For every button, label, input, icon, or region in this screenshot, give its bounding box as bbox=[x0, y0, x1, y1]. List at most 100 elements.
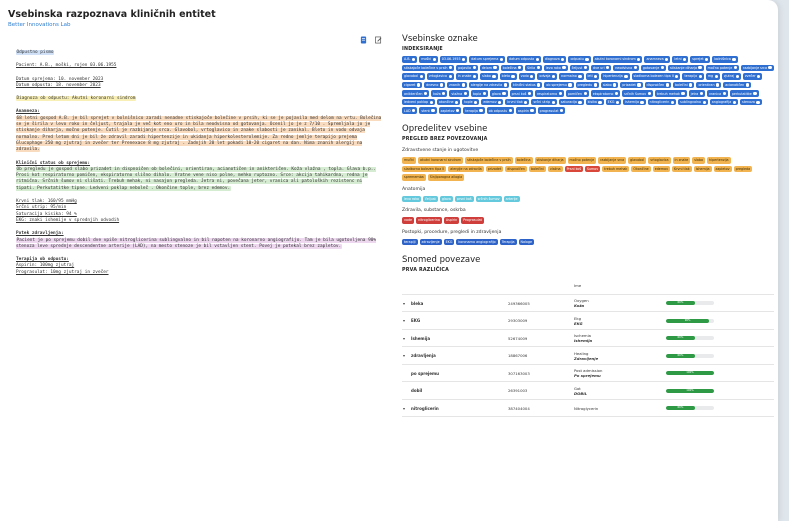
remove-icon[interactable] bbox=[472, 74, 477, 78]
remove-icon[interactable] bbox=[624, 74, 628, 78]
tag-chip[interactable]: prsni koš bbox=[509, 90, 533, 97]
tag-chip[interactable]: A.B. bbox=[402, 56, 418, 63]
tag-chip[interactable]: leti bbox=[585, 73, 600, 80]
tag-chip[interactable]: gotovanje bbox=[640, 64, 666, 72]
remove-icon[interactable] bbox=[702, 100, 706, 104]
remove-icon[interactable] bbox=[448, 66, 453, 70]
tag-chip[interactable]: tople bbox=[462, 98, 480, 106]
tag-chip[interactable]: odvaja bbox=[537, 73, 558, 80]
tag-chip[interactable]: cigaret bbox=[402, 81, 423, 89]
tag-chip[interactable]: srčnih šumov bbox=[475, 195, 502, 203]
tag-chip[interactable]: krvni tlak bbox=[505, 98, 530, 106]
tag-chip[interactable]: prizadet bbox=[485, 165, 504, 173]
tag-chip[interactable]: močno potenje bbox=[567, 156, 597, 164]
tag-chip[interactable]: čeljust bbox=[423, 195, 438, 203]
remove-icon[interactable] bbox=[472, 66, 476, 70]
remove-icon[interactable] bbox=[753, 91, 757, 96]
tag-chip[interactable]: bolečina bbox=[514, 156, 533, 164]
tag-chip[interactable]: koža bbox=[431, 90, 448, 97]
remove-icon[interactable] bbox=[442, 91, 446, 96]
tag-chip[interactable]: ob odpustu bbox=[486, 107, 514, 114]
tag-chip[interactable]: arterije bbox=[503, 195, 520, 203]
remove-icon[interactable] bbox=[705, 57, 709, 61]
remove-icon[interactable] bbox=[482, 91, 486, 96]
tag-chip[interactable]: prograsulat bbox=[537, 107, 566, 114]
remove-icon[interactable] bbox=[637, 83, 641, 87]
tag-chip[interactable]: Sinjiporogna ailogia bbox=[427, 174, 465, 181]
remove-icon[interactable] bbox=[530, 109, 534, 113]
tag-chip[interactable]: razbijanje srca bbox=[741, 64, 774, 72]
remove-icon[interactable] bbox=[640, 100, 644, 104]
tag-chip[interactable]: akutni koronarni sindrom bbox=[592, 56, 643, 63]
remove-icon[interactable] bbox=[508, 109, 512, 113]
remove-icon[interactable] bbox=[675, 74, 679, 78]
tag-chip[interactable]: Okončine bbox=[631, 165, 651, 173]
tag-chip[interactable]: odpustu bbox=[568, 56, 591, 63]
tag-chip[interactable]: kisika bbox=[585, 98, 604, 106]
remove-icon[interactable] bbox=[503, 83, 507, 87]
tag-chip[interactable]: vodo bbox=[518, 73, 536, 80]
remove-icon[interactable] bbox=[535, 57, 539, 61]
remove-icon[interactable] bbox=[768, 66, 772, 70]
tag-chip[interactable]: znanih bbox=[447, 81, 467, 89]
tag-chip[interactable]: pojavila bbox=[456, 64, 478, 72]
tag-chip[interactable]: dispnoičen bbox=[644, 81, 671, 89]
tag-chip[interactable]: zdravljenje bbox=[419, 238, 442, 246]
tag-chip[interactable]: ishemija bbox=[693, 165, 712, 173]
tag-chip[interactable]: normalno bbox=[559, 73, 584, 80]
remove-icon[interactable] bbox=[689, 83, 693, 87]
tag-chip[interactable]: zapletov bbox=[713, 165, 732, 173]
tag-chip[interactable]: ob sprejemu bbox=[544, 81, 574, 89]
table-row[interactable]: ▾ bleka 249366005 Oxygen Koža 60% bbox=[402, 294, 774, 313]
tag-chip[interactable]: anikteričen bbox=[402, 90, 430, 97]
remove-icon[interactable] bbox=[613, 83, 617, 87]
remove-icon[interactable] bbox=[699, 91, 703, 96]
tag-chip[interactable]: alergije na zdravila bbox=[448, 165, 484, 173]
remove-icon[interactable] bbox=[593, 83, 597, 87]
remove-icon[interactable] bbox=[558, 91, 562, 96]
tag-chip[interactable]: hipertenzija bbox=[601, 73, 630, 80]
remove-icon[interactable] bbox=[665, 83, 669, 87]
tag-chip[interactable]: sladkorna bolezen tipa II bbox=[402, 165, 447, 173]
tag-chip[interactable]: stiskanje diharja bbox=[534, 156, 566, 164]
table-row[interactable]: dobil 26391003 Got DOBIL 100% bbox=[402, 381, 774, 400]
tag-chip[interactable]: prsni koš bbox=[454, 195, 474, 203]
app-subtitle[interactable]: Better Innovations Lab bbox=[8, 22, 216, 28]
remove-icon[interactable] bbox=[560, 109, 564, 113]
remove-icon[interactable] bbox=[432, 57, 436, 61]
tag-chip[interactable]: stiskanje diharja bbox=[667, 64, 704, 72]
remove-icon[interactable] bbox=[615, 100, 620, 104]
tag-chip[interactable]: hipertenzija bbox=[707, 156, 731, 164]
table-row[interactable]: ▾ EKG 29303009 Ekg EKG 90% bbox=[402, 311, 774, 330]
tag-chip[interactable]: perkutatitke bbox=[729, 90, 759, 97]
remove-icon[interactable] bbox=[756, 100, 760, 104]
chevron-down-icon[interactable]: ▾ bbox=[402, 346, 410, 365]
remove-icon[interactable] bbox=[551, 100, 555, 104]
tag-chip[interactable]: Terapija bbox=[499, 238, 517, 246]
tag-chip[interactable]: edemov bbox=[481, 98, 504, 106]
tag-chip[interactable]: LAD bbox=[402, 107, 418, 114]
remove-icon[interactable] bbox=[412, 57, 416, 61]
remove-icon[interactable] bbox=[448, 74, 452, 78]
remove-icon[interactable] bbox=[562, 66, 566, 70]
tag-chip[interactable]: sladkorna bolezen tipa II bbox=[631, 73, 681, 80]
remove-icon[interactable] bbox=[733, 66, 738, 70]
tag-chip[interactable]: vrtoglavica bbox=[648, 156, 671, 164]
table-row[interactable]: ▾ zdravljenja 18867006 Healing Zdravljenje 60… bbox=[402, 346, 774, 365]
tag-chip[interactable]: acianotičen bbox=[723, 81, 751, 89]
tag-chip[interactable]: stenoza bbox=[740, 98, 762, 106]
tag-chip[interactable]: levo roko bbox=[402, 195, 422, 203]
tag-chip[interactable]: vranica bbox=[706, 90, 728, 97]
remove-icon[interactable] bbox=[714, 74, 718, 78]
tag-chip[interactable]: topla bbox=[470, 90, 488, 97]
remove-icon[interactable] bbox=[461, 83, 465, 87]
remove-icon[interactable] bbox=[511, 74, 515, 78]
tag-chip[interactable]: stent bbox=[419, 107, 437, 114]
tag-chip[interactable]: močno potenje bbox=[705, 64, 740, 72]
tag-chip[interactable]: vlažna bbox=[449, 90, 469, 97]
tag-chip[interactable]: EKG bbox=[605, 98, 622, 106]
remove-icon[interactable] bbox=[583, 91, 587, 96]
remove-icon[interactable] bbox=[598, 100, 602, 104]
tag-chip[interactable]: bolečini bbox=[672, 81, 695, 89]
remove-icon[interactable] bbox=[416, 83, 421, 87]
